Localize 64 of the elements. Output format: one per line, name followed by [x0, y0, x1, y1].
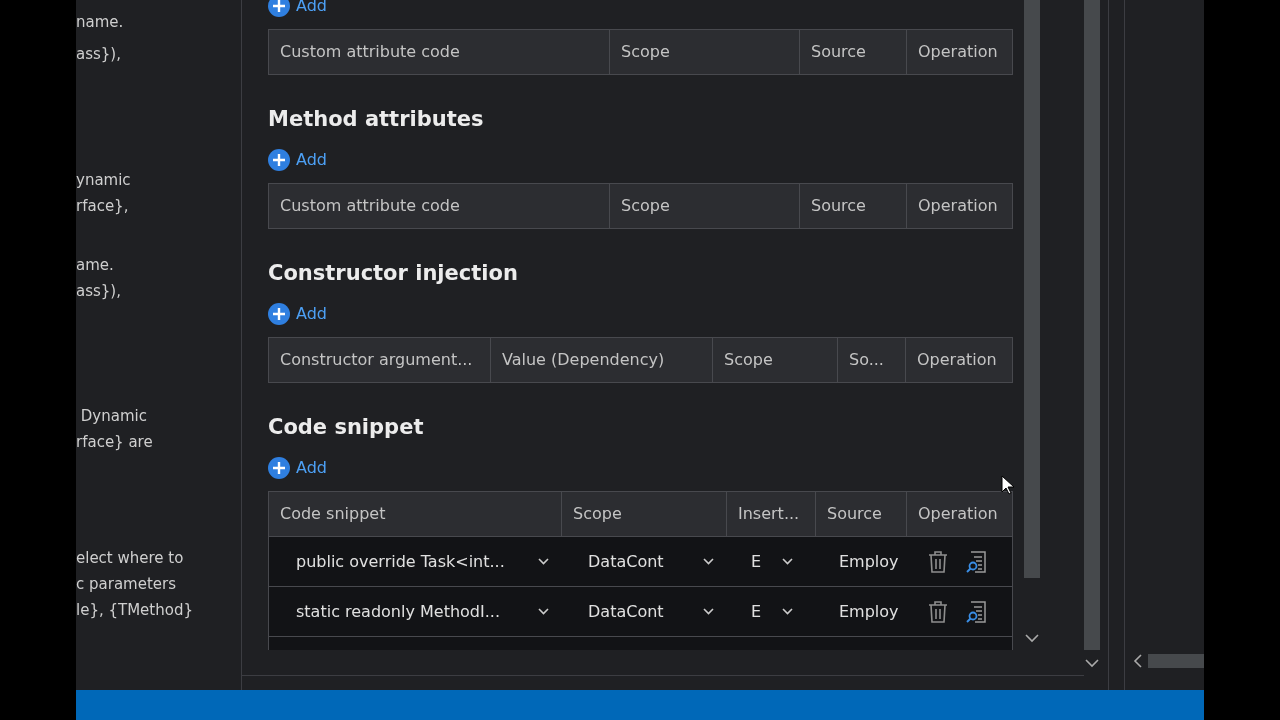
scroll-down-icon[interactable]	[1025, 634, 1039, 643]
section-title: Code snippet	[268, 414, 425, 441]
column-header: Source	[799, 30, 906, 74]
column-header: Operation	[905, 338, 1012, 382]
dropdown[interactable]: public override Task<int...	[269, 549, 561, 574]
add-icon	[268, 149, 290, 171]
description-text: rface} are	[76, 432, 154, 453]
scroll-down-icon[interactable]	[1085, 659, 1099, 668]
document-search-icon	[966, 600, 988, 623]
trash-icon	[928, 600, 948, 623]
description-text: ass}),	[76, 44, 122, 65]
delete-button[interactable]	[928, 600, 948, 623]
dropdown[interactable]: E	[726, 599, 815, 624]
chevron-down-icon	[538, 558, 549, 565]
trash-icon	[928, 550, 948, 573]
column-header: Scope	[609, 30, 799, 74]
add-button[interactable]: Add	[268, 456, 327, 480]
scrollbar-thumb[interactable]	[1084, 0, 1100, 650]
column-header: Value (Dependency)	[490, 338, 712, 382]
chevron-down-icon	[703, 608, 714, 615]
chevron-down-icon	[782, 608, 793, 615]
add-icon	[268, 303, 290, 325]
scrollbar-thumb[interactable]	[1024, 0, 1040, 578]
table-cell-text: Employ	[838, 600, 899, 623]
description-text: le}, {TMethod}	[76, 600, 194, 621]
description-text: c parameters	[76, 574, 178, 595]
chevron-down-icon	[538, 608, 549, 615]
preview-button[interactable]	[966, 600, 988, 623]
dropdown[interactable]: DataCont	[561, 549, 726, 574]
column-header: Operation	[906, 30, 1012, 74]
column-header: Source	[799, 184, 906, 228]
scrollbar-thumb[interactable]	[1148, 654, 1204, 668]
description-text: rface},	[76, 196, 130, 217]
column-header: Code snippet	[279, 503, 387, 525]
table-cell-text: Employ	[838, 550, 899, 573]
preview-button[interactable]	[966, 550, 988, 573]
dropdown[interactable]: E	[726, 549, 815, 574]
column-header: Custom attribute code	[279, 41, 461, 63]
description-text: Dynamic	[79, 406, 148, 427]
add-icon	[268, 457, 290, 479]
column-header: Scope	[712, 338, 837, 382]
chevron-down-icon	[782, 558, 793, 565]
column-header: Scope	[609, 184, 799, 228]
description-text: ass}),	[76, 281, 122, 302]
section-title: Method attributes	[268, 106, 485, 133]
description-text: name.	[76, 12, 125, 33]
description-text: elect where to	[76, 548, 185, 569]
delete-button[interactable]	[928, 550, 948, 573]
column-header: Constructor argument...	[279, 349, 474, 371]
chevron-down-icon	[703, 558, 714, 565]
add-button[interactable]: Add	[268, 148, 327, 172]
document-search-icon	[966, 550, 988, 573]
scroll-left-icon[interactable]	[1133, 654, 1142, 668]
description-text: ynamic	[76, 170, 132, 191]
column-header: Custom attribute code	[279, 195, 461, 217]
column-header: So...	[837, 338, 905, 382]
dropdown[interactable]: DataCont	[561, 599, 726, 624]
add-icon	[268, 0, 290, 17]
add-button[interactable]: Add	[268, 302, 327, 326]
dropdown[interactable]: static readonly MethodI...	[269, 599, 561, 624]
cursor-icon	[1001, 475, 1015, 495]
description-text: ame.	[76, 255, 115, 276]
column-header: Operation	[906, 184, 1012, 228]
section-title: Constructor injection	[268, 260, 519, 287]
